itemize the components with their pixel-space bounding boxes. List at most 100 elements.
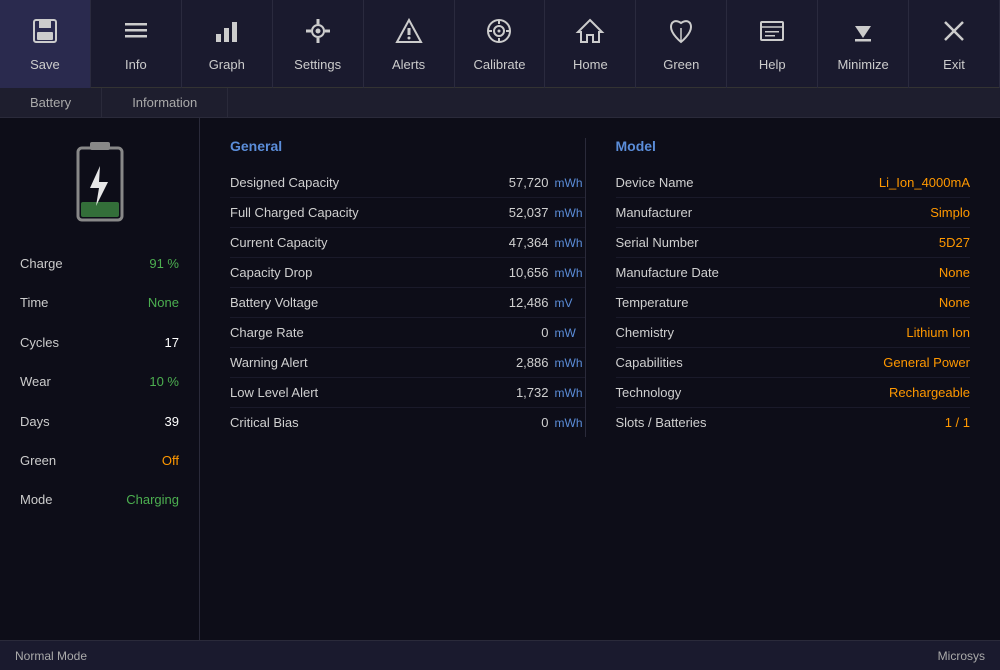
toolbar-btn-green[interactable]: Green xyxy=(636,0,727,88)
table-row: Manufacture Date None xyxy=(616,258,971,288)
graph-label: Graph xyxy=(209,57,245,72)
wear-value: 10 % xyxy=(149,370,179,393)
info-value: None xyxy=(939,295,970,310)
info-value: Li_Ion_4000mA xyxy=(879,175,970,190)
info-value-wrap: 0 mW xyxy=(541,325,584,340)
info-key: Battery Voltage xyxy=(230,295,318,310)
mode-label: Mode xyxy=(20,488,53,511)
table-row: Technology Rechargeable xyxy=(616,378,971,408)
model-title: Model xyxy=(616,138,971,154)
info-key: Capacity Drop xyxy=(230,265,312,280)
table-row: Current Capacity47,364mWh xyxy=(230,228,585,258)
info-key: Critical Bias xyxy=(230,415,299,430)
info-unit: mWh xyxy=(555,206,585,220)
cycles-value: 17 xyxy=(165,331,179,354)
time-label: Time xyxy=(20,291,48,314)
sidebar: Charge 91 % Time None Cycles 17 Wear 10 … xyxy=(0,118,200,640)
info-key: Capabilities xyxy=(616,355,683,370)
info-icon xyxy=(121,16,151,51)
toolbar-btn-minimize[interactable]: Minimize xyxy=(818,0,909,88)
sidebar-wear-row: Wear 10 % xyxy=(0,370,199,393)
info-key: Charge Rate xyxy=(230,325,304,340)
settings-label: Settings xyxy=(294,57,341,72)
table-row: Serial Number5D27 xyxy=(616,228,971,258)
table-row: Warning Alert2,886mWh xyxy=(230,348,585,378)
table-row: Slots / Batteries1 / 1 xyxy=(616,408,971,437)
info-value-wrap: 52,037 mWh xyxy=(509,205,585,220)
info-key: Temperature xyxy=(616,295,689,310)
general-column: General Designed Capacity57,720mWhFull C… xyxy=(230,138,585,437)
info-unit: mWh xyxy=(555,356,585,370)
table-row: Battery Voltage 12,486 mV xyxy=(230,288,585,318)
minimize-icon xyxy=(848,16,878,51)
table-row: ChemistryLithium Ion xyxy=(616,318,971,348)
calibrate-icon xyxy=(484,16,514,51)
model-column: Model Device Name Li_Ion_4000mA Manufactur… xyxy=(585,138,971,437)
info-number: 52,037 xyxy=(509,205,549,220)
home-label: Home xyxy=(573,57,608,72)
info-number: 10,656 xyxy=(509,265,549,280)
toolbar-btn-exit[interactable]: Exit xyxy=(909,0,1000,88)
toolbar-btn-calibrate[interactable]: Calibrate xyxy=(455,0,546,88)
toolbar-btn-alerts[interactable]: Alerts xyxy=(364,0,455,88)
status-right: Microsys xyxy=(938,649,985,663)
info-key: Technology xyxy=(616,385,682,400)
info-number: 0 xyxy=(541,325,548,340)
info-unit: mW xyxy=(555,326,585,340)
general-rows: Designed Capacity57,720mWhFull Charged C… xyxy=(230,168,585,437)
info-number: 12,486 xyxy=(509,295,549,310)
sidebar-time-row: Time None xyxy=(0,291,199,314)
info-key: Slots / Batteries xyxy=(616,415,707,430)
green-icon xyxy=(666,16,696,51)
mode-value: Charging xyxy=(126,488,179,511)
breadcrumb-item: Information xyxy=(102,88,228,117)
help-label: Help xyxy=(759,57,786,72)
sidebar-cycles-row: Cycles 17 xyxy=(0,331,199,354)
info-value-wrap: 1,732 mWh xyxy=(516,385,585,400)
table-row: Charge Rate 0 mW xyxy=(230,318,585,348)
info-value-wrap: 10,656 mWh xyxy=(509,265,585,280)
table-row: Designed Capacity57,720mWh xyxy=(230,168,585,198)
help-icon xyxy=(757,16,787,51)
info-number: 2,886 xyxy=(516,355,549,370)
info-columns: General Designed Capacity57,720mWhFull C… xyxy=(230,138,970,437)
info-panel: General Designed Capacity57,720mWhFull C… xyxy=(200,118,1000,640)
table-row: Critical Bias 0mWh xyxy=(230,408,585,437)
info-value: Rechargeable xyxy=(889,385,970,400)
info-key: Device Name xyxy=(616,175,694,190)
alerts-label: Alerts xyxy=(392,57,425,72)
breadcrumb-item: Battery xyxy=(0,88,102,117)
info-unit: mWh xyxy=(555,386,585,400)
info-unit: mWh xyxy=(555,236,585,250)
toolbar-btn-help[interactable]: Help xyxy=(727,0,818,88)
save-icon xyxy=(30,16,60,51)
settings-icon xyxy=(303,16,333,51)
toolbar-btn-info[interactable]: Info xyxy=(91,0,182,88)
days-label: Days xyxy=(20,410,50,433)
table-row: Full Charged Capacity52,037mWh xyxy=(230,198,585,228)
info-value: None xyxy=(939,265,970,280)
toolbar-btn-save[interactable]: Save xyxy=(0,0,91,88)
info-key: Low Level Alert xyxy=(230,385,318,400)
sidebar-days-row: Days 39 xyxy=(0,410,199,433)
toolbar-btn-graph[interactable]: Graph xyxy=(182,0,273,88)
wear-label: Wear xyxy=(20,370,51,393)
table-row: Temperature None xyxy=(616,288,971,318)
info-value-wrap: 2,886 mWh xyxy=(516,355,585,370)
info-value-wrap: 0mWh xyxy=(541,415,584,430)
info-key: Manufacture Date xyxy=(616,265,719,280)
home-icon xyxy=(575,16,605,51)
toolbar: Save Info Graph Settings Alerts xyxy=(0,0,1000,88)
info-label: Info xyxy=(125,57,147,72)
info-unit: mWh xyxy=(555,266,585,280)
graph-icon xyxy=(212,16,242,51)
info-number: 1,732 xyxy=(516,385,549,400)
minimize-label: Minimize xyxy=(837,57,888,72)
toolbar-btn-home[interactable]: Home xyxy=(545,0,636,88)
info-key: Serial Number xyxy=(616,235,699,250)
green-label: Green xyxy=(663,57,699,72)
cycles-label: Cycles xyxy=(20,331,59,354)
toolbar-btn-settings[interactable]: Settings xyxy=(273,0,364,88)
info-key: Current Capacity xyxy=(230,235,328,250)
info-unit: mV xyxy=(555,296,585,310)
